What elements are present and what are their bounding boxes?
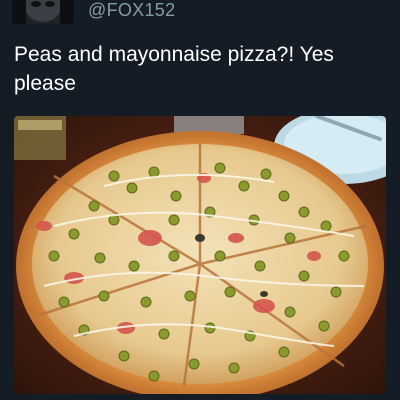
pizza-photo-icon bbox=[14, 116, 386, 394]
user-handle[interactable]: @FOX152 bbox=[88, 0, 175, 20]
tweet-media[interactable] bbox=[14, 116, 386, 394]
avatar[interactable] bbox=[12, 0, 74, 24]
tweet-header: @FOX152 bbox=[0, 0, 400, 26]
tweet-text: Peas and mayonnaise pizza?! Yes please bbox=[14, 43, 334, 95]
tweet-card: @FOX152 Peas and mayonnaise pizza?! Yes … bbox=[0, 0, 400, 400]
user-avatar-icon bbox=[12, 0, 74, 24]
